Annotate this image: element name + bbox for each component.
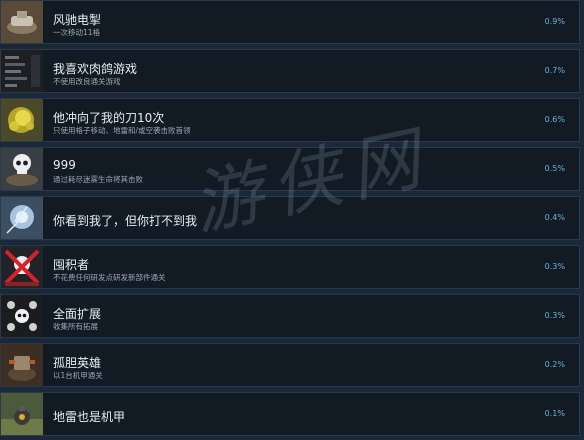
achievement-title: 风驰电掣	[53, 13, 102, 27]
achievement-percent: 0.4%	[544, 213, 565, 222]
speeding-mech-icon	[1, 1, 43, 43]
achievement-percent: 0.9%	[544, 17, 565, 26]
achievement-desc: 一次移动11格	[53, 28, 101, 37]
list-item[interactable]: 孤胆英雄 以1台机甲通关 0.2%	[0, 343, 580, 387]
achievement-desc: 不花费任何研发点研发新部件通关	[53, 273, 166, 282]
list-item[interactable]: 囤积者 不花费任何研发点研发新部件通关 0.3%	[0, 245, 580, 289]
skull-icon	[1, 148, 43, 190]
achievement-percent: 0.2%	[544, 360, 565, 369]
achievement-title: 全面扩展	[53, 307, 102, 321]
achievement-title: 我喜欢肉鸽游戏	[53, 62, 138, 76]
achievement-percent: 0.1%	[544, 409, 565, 418]
achievement-title: 孤胆英雄	[53, 356, 102, 370]
achievement-percent: 0.3%	[544, 262, 565, 271]
achievement-title: 囤积者	[53, 258, 90, 272]
lone-mech-icon	[1, 344, 43, 386]
mine-icon	[1, 393, 43, 435]
list-item[interactable]: 我喜欢肉鸽游戏 不使用改良通关游戏 0.7%	[0, 49, 580, 93]
explosion-icon	[1, 99, 43, 141]
achievement-title: 你看到我了，但你打不到我	[53, 214, 198, 228]
achievement-percent: 0.7%	[544, 66, 565, 75]
achievement-title: 他冲向了我的刀10次	[53, 111, 165, 125]
list-item[interactable]: 全面扩展 收集所有拓展 0.3%	[0, 294, 580, 338]
achievement-desc: 收集所有拓展	[53, 322, 98, 331]
achievement-percent: 0.5%	[544, 164, 565, 173]
list-item[interactable]: 风驰电掣 一次移动11格 0.9%	[0, 0, 580, 44]
achievement-desc: 以1台机甲通关	[53, 371, 103, 380]
achievement-desc: 只使用格子移动、地雷和/或空袭击败首领	[53, 126, 191, 135]
achievement-desc: 通过耗尽迷雾生命将其击败	[53, 175, 143, 184]
upgrade-menu-icon	[1, 50, 43, 92]
list-item[interactable]: 地雷也是机甲 0.1%	[0, 392, 580, 436]
list-item[interactable]: 你看到我了，但你打不到我 0.4%	[0, 196, 580, 240]
crossed-skull-icon	[1, 246, 43, 288]
lightning-mech-icon	[1, 197, 43, 239]
achievement-title: 999	[53, 158, 76, 172]
achievement-title: 地雷也是机甲	[53, 410, 126, 424]
skull-grid-icon	[1, 295, 43, 337]
achievement-percent: 0.6%	[544, 115, 565, 124]
list-item[interactable]: 999 通过耗尽迷雾生命将其击败 0.5%	[0, 147, 580, 191]
achievement-percent: 0.3%	[544, 311, 565, 320]
list-item[interactable]: 他冲向了我的刀10次 只使用格子移动、地雷和/或空袭击败首领 0.6%	[0, 98, 580, 142]
achievement-desc: 不使用改良通关游戏	[53, 77, 121, 86]
